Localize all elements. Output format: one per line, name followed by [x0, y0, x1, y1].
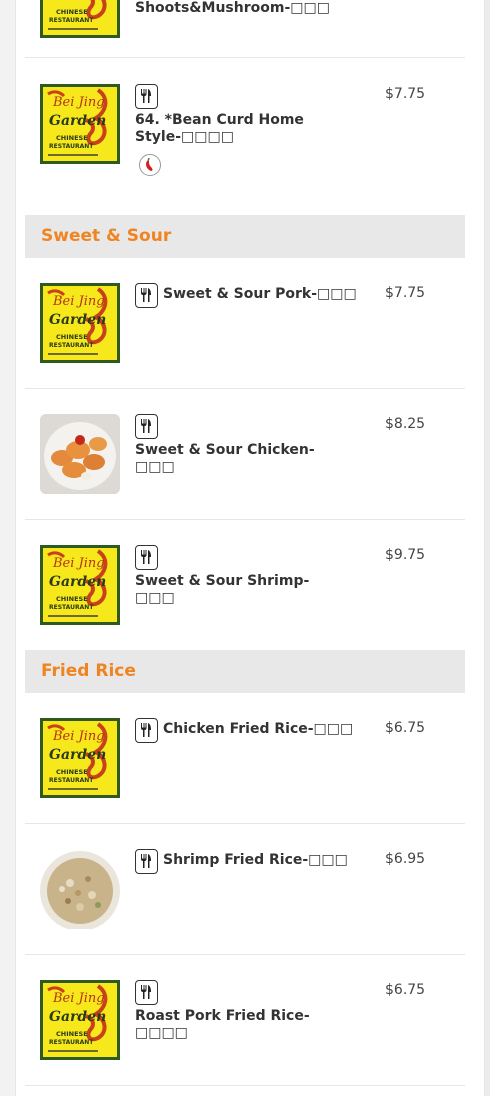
dish-name: Shrimp Fried Rice-□□□: [163, 852, 348, 868]
dish-name: Chicken Fried Rice-□□□: [163, 721, 354, 737]
dish-image: Bei JingGardenCHINESERESTAURANT: [40, 0, 120, 38]
menu-item-row[interactable]: Bei Jing Garden CHINESE RESTAURANT Chicken …: [25, 693, 465, 824]
svg-text:RESTAURANT: RESTAURANT: [49, 342, 94, 349]
utensils-icon: [135, 545, 158, 570]
svg-text:RESTAURANT: RESTAURANT: [49, 777, 94, 784]
utensils-icon: [135, 84, 158, 109]
dish-price: $6.75: [385, 720, 426, 736]
svg-text:CHINESE: CHINESE: [56, 333, 88, 341]
svg-text:Bei Jing: Bei Jing: [52, 991, 105, 1006]
dish-name: 64. *Bean Curd Home Style-□□□□: [135, 112, 304, 145]
svg-text:CHINESE: CHINESE: [56, 595, 88, 603]
dish-price: $6.95: [385, 851, 426, 867]
svg-text:Garden: Garden: [49, 0, 106, 3]
scrollbar[interactable]: [485, 0, 490, 1096]
svg-text:CHINESE: CHINESE: [56, 8, 88, 16]
dish-price: $6.75: [385, 982, 426, 998]
menu-item-row[interactable]: Bei Jing Garden CHINESE RESTAURANT Sweet & …: [25, 520, 465, 650]
svg-text:Garden: Garden: [49, 113, 106, 129]
svg-text:RESTAURANT: RESTAURANT: [49, 1039, 94, 1046]
menu-item-row[interactable]: Bei Jing Garden CHINESE RESTAURANT Roast Po…: [25, 955, 465, 1086]
svg-text:RESTAURANT: RESTAURANT: [49, 17, 94, 24]
chili-pepper-icon: [139, 154, 161, 176]
dish-price: $9.75: [385, 547, 426, 563]
utensils-icon: [135, 980, 158, 1005]
section-title: Fried Rice: [41, 661, 136, 681]
menu-item-row[interactable]: Bei Jing Garden CHINESE RESTAURANT 64. *Bea…: [25, 58, 465, 215]
dish-image: [40, 849, 120, 929]
svg-text:Bei Jing: Bei Jing: [52, 729, 105, 744]
utensils-icon: [135, 414, 158, 439]
svg-text:Garden: Garden: [49, 1009, 106, 1025]
menu-item-row[interactable]: Bei Jing Garden CHINESE RESTAURANT Sweet & …: [25, 258, 465, 389]
dish-price: $8.25: [385, 416, 426, 432]
utensils-icon: [135, 849, 158, 874]
svg-text:CHINESE: CHINESE: [56, 768, 88, 776]
menu-item-row[interactable]: Sweet & Sour Chicken-□□□ $8.25: [25, 389, 465, 520]
menu-item-row[interactable]: Bei JingGardenCHINESERESTAURANT Shoots&M…: [25, 0, 465, 58]
utensils-icon: [135, 283, 158, 308]
dish-image: Bei Jing Garden CHINESERESTAURANT: [40, 545, 120, 625]
svg-text:Bei Jing: Bei Jing: [52, 95, 105, 110]
svg-text:RESTAURANT: RESTAURANT: [49, 143, 94, 150]
svg-text:CHINESE: CHINESE: [56, 1030, 88, 1038]
dish-image: [40, 414, 120, 494]
dish-name: Shoots&Mushroom-□□□: [135, 0, 330, 16]
dish-image: Bei Jing Garden CHINESERESTAURANT: [40, 718, 120, 798]
dish-name: Sweet & Sour Pork-□□□: [163, 286, 357, 302]
svg-text:Garden: Garden: [49, 574, 106, 590]
utensils-icon: [135, 718, 158, 743]
svg-text:Garden: Garden: [49, 312, 106, 328]
svg-text:Bei Jing: Bei Jing: [52, 294, 105, 309]
dish-name: Roast Pork Fried Rice-□□□□: [135, 1008, 310, 1041]
svg-text:Bei Jing: Bei Jing: [52, 556, 105, 571]
dish-image: Bei Jing Garden CHINESERESTAURANT: [40, 980, 120, 1060]
svg-text:CHINESE: CHINESE: [56, 134, 88, 142]
section-header-sweet-sour: Sweet & Sour: [25, 215, 465, 258]
dish-image: Bei Jing Garden CHINESERESTAURANT: [40, 84, 120, 164]
section-header-fried-rice: Fried Rice: [25, 650, 465, 693]
svg-text:RESTAURANT: RESTAURANT: [49, 604, 94, 611]
section-title: Sweet & Sour: [41, 226, 172, 246]
dish-price: $7.75: [385, 86, 426, 102]
dish-name: Sweet & Sour Shrimp-□□□: [135, 573, 310, 606]
dish-name: Sweet & Sour Chicken-□□□: [135, 442, 315, 475]
svg-text:Garden: Garden: [49, 747, 106, 763]
dish-price: $7.75: [385, 285, 426, 301]
dish-image: Bei Jing Garden CHINESERESTAURANT: [40, 283, 120, 363]
menu-item-row[interactable]: Shrimp Fried Rice-□□□ $6.95: [25, 824, 465, 955]
